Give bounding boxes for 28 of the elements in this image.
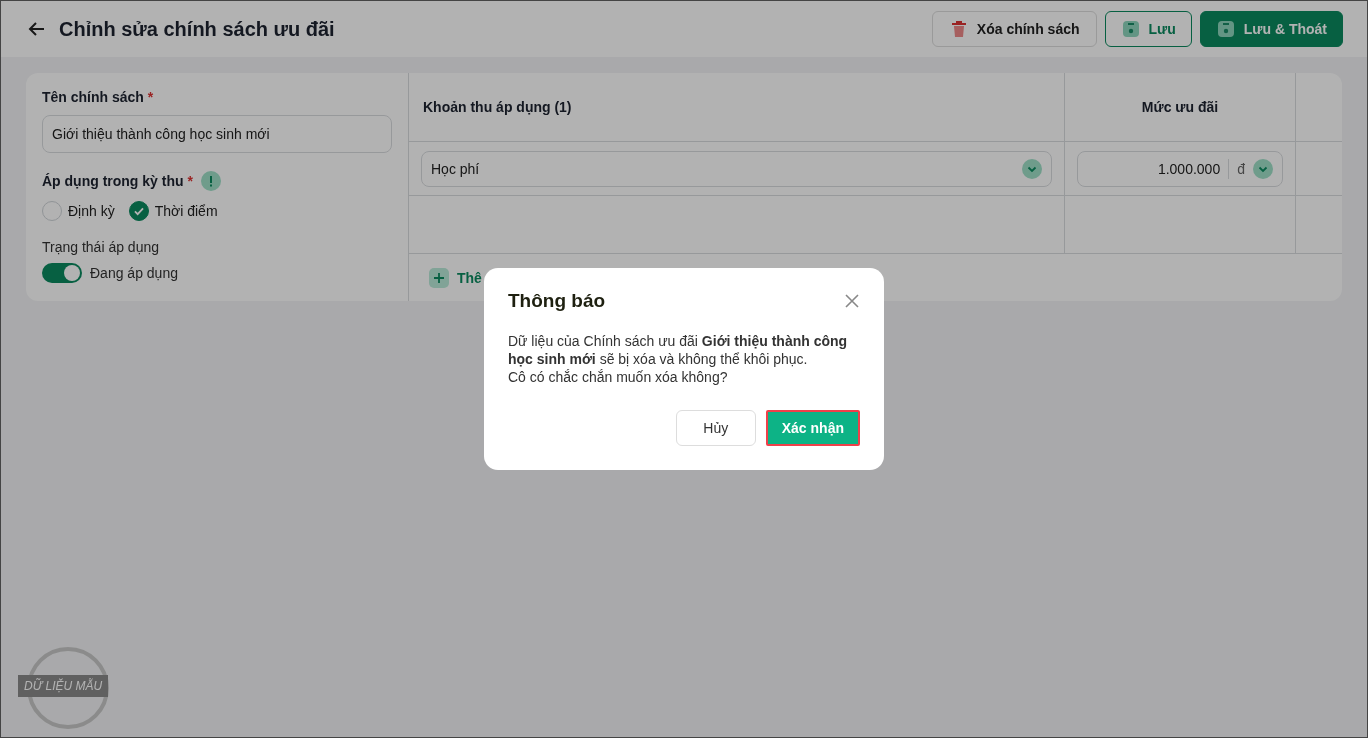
- save-and-exit-button[interactable]: Lưu & Thoát: [1199, 11, 1343, 47]
- chevron-down-icon: [1253, 159, 1273, 179]
- toggle-label: Đang áp dụng: [90, 265, 178, 281]
- page-title: Chỉnh sửa chính sách ưu đãi: [59, 17, 335, 41]
- field-label: Trạng thái áp dụng: [42, 239, 160, 255]
- period-option[interactable]: Định kỳ: [42, 201, 115, 221]
- info-icon[interactable]: [200, 171, 221, 191]
- close-icon[interactable]: [844, 293, 860, 309]
- radio-button[interactable]: [128, 201, 149, 221]
- save-icon: [1215, 19, 1236, 39]
- save-button[interactable]: Lưu: [1104, 11, 1192, 47]
- policy-name-field[interactable]: Giới thiệu thành công học sinh mới: [42, 115, 392, 153]
- add-fee-button[interactable]: Thê: [429, 267, 482, 288]
- plus-icon: [429, 267, 449, 288]
- delete-policy-button[interactable]: Xóa chính sách: [931, 11, 1097, 47]
- fee-select[interactable]: Học phí: [421, 151, 1052, 187]
- period-option[interactable]: Thời điểm: [128, 201, 218, 221]
- field-label: Tên chính sách *: [42, 89, 155, 105]
- dialog-message: Dữ liệu của Chính sách ưu đãi Giới thiệu thành công học sinh mới sẽ bị xóa và không thể khôi phục. Cô có chắc chắn muốn xóa không?: [508, 332, 849, 386]
- chevron-down-icon: [1022, 159, 1042, 179]
- column-header: Mức ưu đãi: [1065, 73, 1296, 141]
- column-header: Khoản thu áp dụng (1): [409, 73, 1065, 141]
- dialog-title: Thông báo: [508, 290, 606, 312]
- field-label: Áp dụng trong kỳ thu *: [42, 173, 193, 189]
- amount-field[interactable]: 1.000.000 đ: [1077, 151, 1283, 187]
- cancel-button[interactable]: Hủy: [675, 410, 756, 446]
- status-toggle[interactable]: [42, 263, 82, 283]
- save-icon: [1120, 19, 1141, 39]
